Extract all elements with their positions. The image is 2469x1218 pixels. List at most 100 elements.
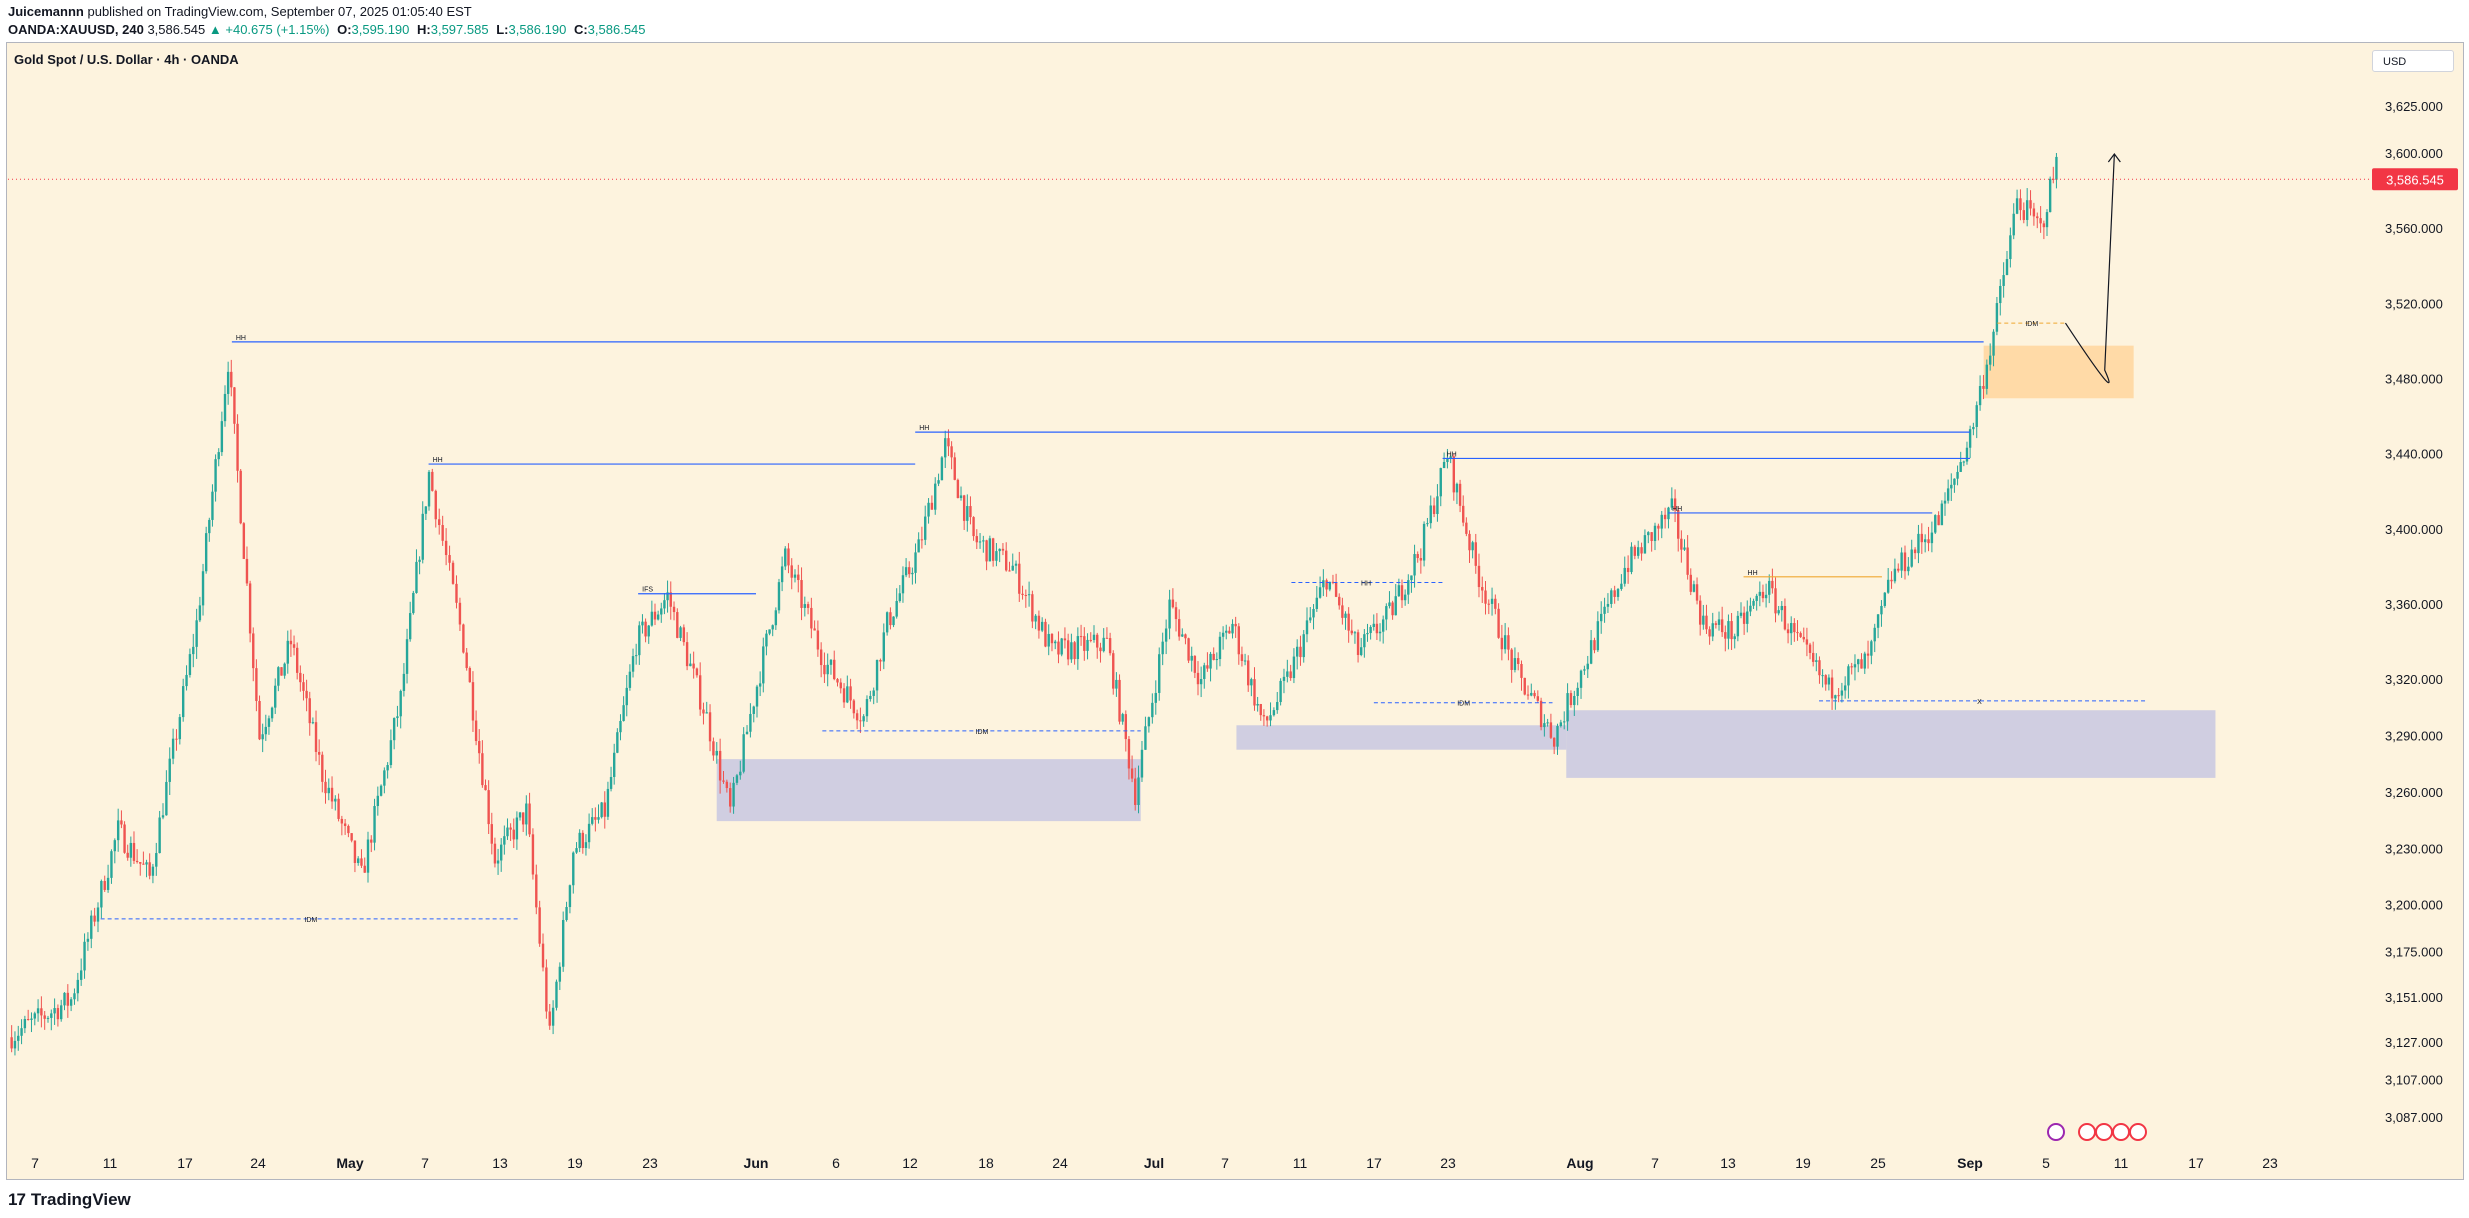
price-chart[interactable]: HH HH HH HH HH IFS HH IDM IDM IDM IDM X HH 3,586.545 3… <box>0 0 2469 1218</box>
candle-body-407 <box>1328 581 1332 590</box>
candle-body-374 <box>1221 632 1225 637</box>
candle-body-93 <box>311 722 315 724</box>
x-tick-label: Aug <box>1566 1155 1593 1171</box>
candle-body-251 <box>823 665 826 675</box>
candle-body-17 <box>66 992 70 1006</box>
candle-body-200 <box>656 614 660 620</box>
candle-body-65 <box>223 393 227 422</box>
candle-body-271 <box>889 612 892 626</box>
candle-body-505 <box>1647 532 1650 536</box>
currency-selector[interactable]: USD <box>2372 50 2454 72</box>
candle-body-7 <box>33 1013 36 1019</box>
candle-body-565 <box>1837 695 1840 697</box>
candle-body-624 <box>2032 208 2036 217</box>
candle-body-215 <box>705 712 708 714</box>
candle-body-330 <box>1079 636 1083 638</box>
candle-body-229 <box>752 706 755 714</box>
candle-body-262 <box>859 720 862 722</box>
candle-body-360 <box>1177 619 1181 637</box>
candle-body-398 <box>1299 646 1302 658</box>
candle-body-470 <box>1530 692 1533 696</box>
x-tick-label: 11 <box>1293 1155 1308 1171</box>
candle-body-50 <box>175 738 178 740</box>
candle-body-273 <box>895 600 898 617</box>
y-tick-label: 3,290.000 <box>2385 729 2443 744</box>
candle-body-343 <box>1121 714 1124 722</box>
candle-body-92 <box>308 698 311 724</box>
candle-body-287 <box>940 457 944 481</box>
candle-body-234 <box>768 629 771 634</box>
candle-body-451 <box>1468 533 1471 551</box>
structure-label-2: HH <box>919 425 929 432</box>
candle-body-559 <box>1818 660 1821 676</box>
candle-body-401 <box>1309 617 1312 621</box>
candle-body-36 <box>129 842 133 858</box>
candle-body-33 <box>120 820 123 825</box>
candle-body-71 <box>242 523 246 559</box>
candle-body-588 <box>1913 549 1917 554</box>
candle-body-126 <box>418 559 421 562</box>
candle-body-13 <box>53 1008 56 1014</box>
candle-body-248 <box>813 628 816 631</box>
candle-body-628 <box>2045 212 2049 228</box>
candle-body-589 <box>1917 533 1920 554</box>
candle-body-587 <box>1910 549 1913 567</box>
candle-body-122 <box>405 639 409 674</box>
candle-body-143 <box>474 720 478 742</box>
tradingview-logo[interactable]: 17 TradingView <box>8 1190 131 1210</box>
candle-body-371 <box>1212 653 1215 660</box>
candle-body-381 <box>1243 660 1247 662</box>
candle-body-460 <box>1497 608 1500 638</box>
candle-body-521 <box>1698 600 1702 625</box>
candle-body-423 <box>1378 631 1382 634</box>
y-tick-label: 3,127.000 <box>2385 1035 2443 1050</box>
candle-body-165 <box>545 967 548 1012</box>
candle-body-618 <box>2012 213 2015 236</box>
candle-body-224 <box>735 775 739 783</box>
candle-body-124 <box>412 592 415 614</box>
candle-body-299 <box>978 541 982 543</box>
candle-body-344 <box>1124 714 1128 740</box>
candle-body-413 <box>1347 613 1350 631</box>
candle-body-5 <box>26 1019 30 1021</box>
candle-body-27 <box>100 880 103 908</box>
candle-body-354 <box>1158 654 1161 693</box>
candle-body-280 <box>917 539 920 553</box>
candle-body-16 <box>63 992 66 1006</box>
candle-body-337 <box>1102 637 1105 652</box>
candle-body-204 <box>669 592 672 607</box>
candle-body-387 <box>1262 715 1266 717</box>
candle-body-269 <box>882 632 885 662</box>
candle-body-507 <box>1653 525 1657 542</box>
candle-body-175 <box>578 832 581 849</box>
candle-body-480 <box>1563 721 1566 723</box>
candle-body-321 <box>1050 633 1054 644</box>
y-tick-label: 3,625.000 <box>2385 99 2443 114</box>
candle-body-319 <box>1044 621 1047 647</box>
candle-body-236 <box>774 610 778 626</box>
candle-body-223 <box>732 782 735 807</box>
candle-body-443 <box>1442 462 1446 469</box>
candle-body-78 <box>264 726 268 735</box>
structure-label-0: HH <box>236 335 246 342</box>
y-tick-label: 3,400.000 <box>2385 522 2443 537</box>
candle-body-353 <box>1154 692 1157 703</box>
candle-body-467 <box>1520 664 1523 678</box>
candle-body-293 <box>959 495 963 499</box>
candle-body-306 <box>1001 548 1005 551</box>
candle-body-410 <box>1338 596 1341 606</box>
candle-body-18 <box>69 999 73 1006</box>
structure-label-6: HH <box>1748 570 1758 577</box>
candle-body-123 <box>408 613 412 640</box>
candle-body-440 <box>1432 505 1436 515</box>
candle-body-107 <box>356 858 360 863</box>
candle-body-4 <box>23 1019 27 1029</box>
candle-body-522 <box>1702 615 1705 625</box>
candle-body-592 <box>1927 539 1930 544</box>
x-tick-label: 6 <box>832 1155 840 1171</box>
candle-body-357 <box>1168 599 1171 629</box>
candle-body-187 <box>616 732 619 753</box>
x-tick-label: 7 <box>421 1155 429 1171</box>
candle-body-418 <box>1363 634 1366 648</box>
candle-body-432 <box>1407 580 1410 595</box>
